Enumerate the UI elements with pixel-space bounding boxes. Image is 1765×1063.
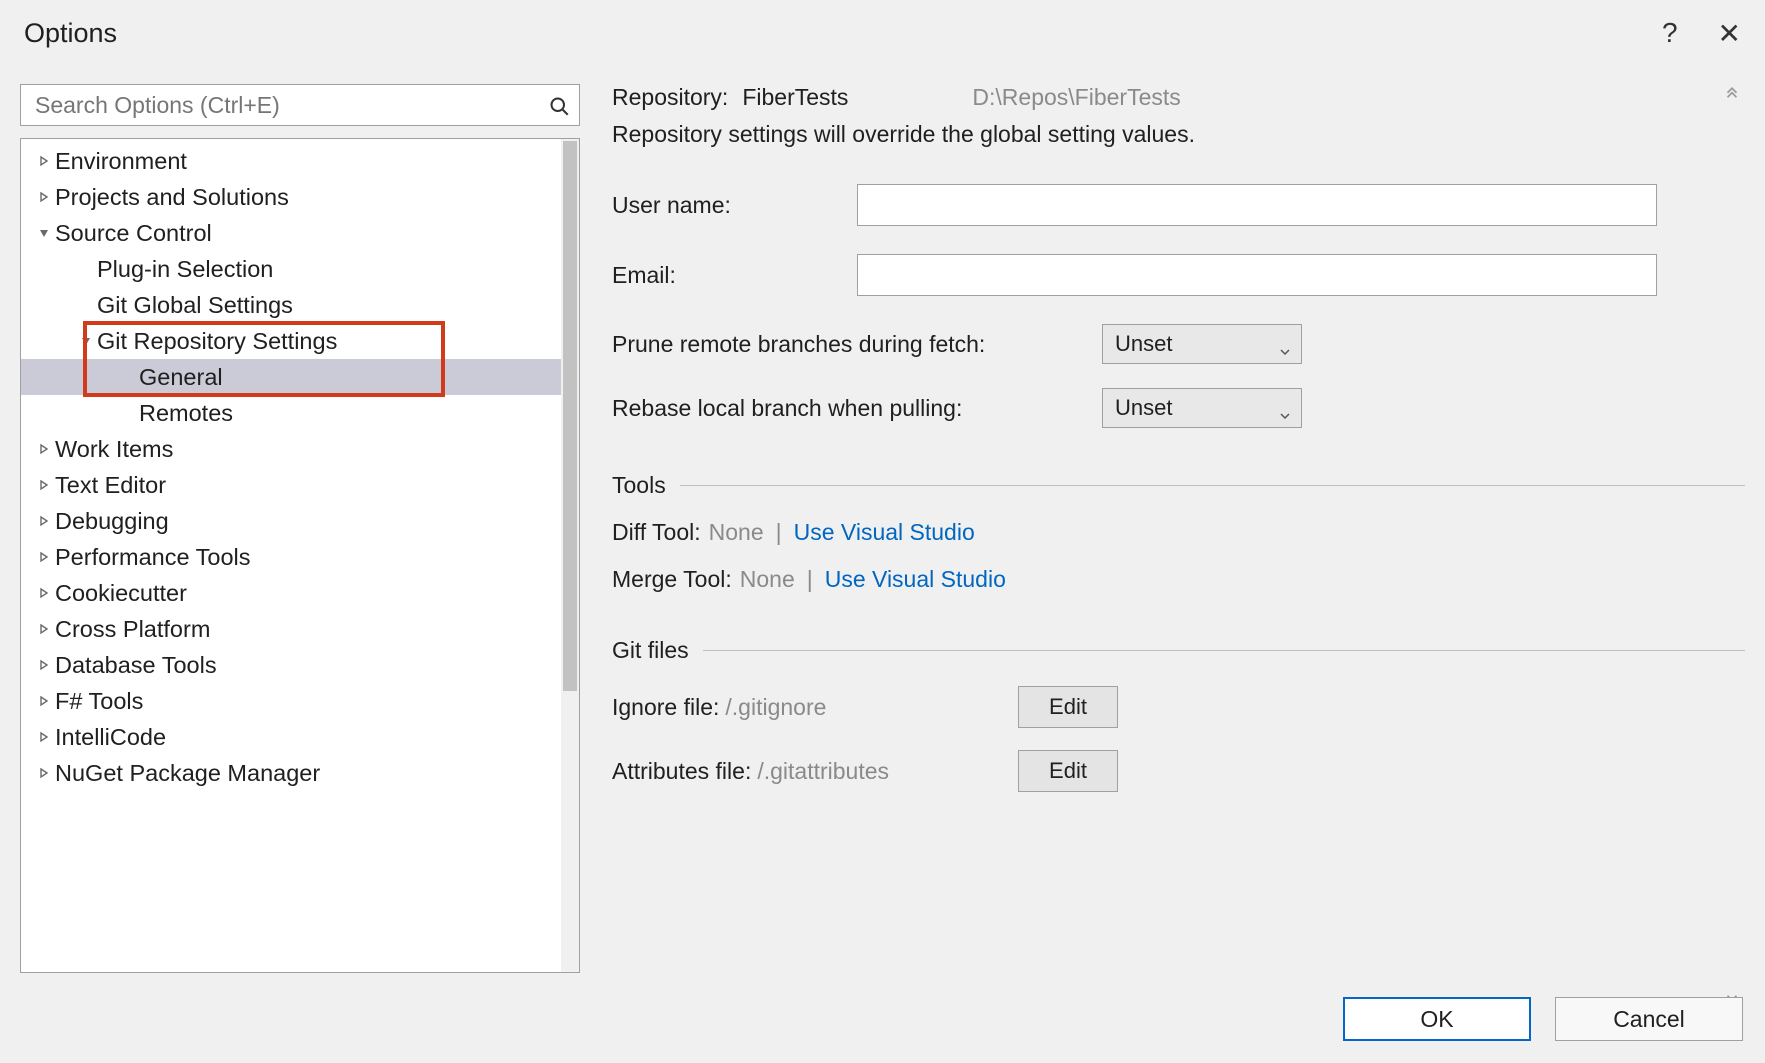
tree-item-label: Plug-in Selection [97,256,273,283]
prune-combobox[interactable]: Unset [1102,324,1302,364]
tree-scrollbar[interactable] [561,139,579,972]
tree-item[interactable]: Work Items [21,431,561,467]
git-files-header: Git files [612,637,689,664]
expand-arrow-right-icon[interactable] [33,659,55,671]
titlebar: Options ? ✕ [0,0,1765,66]
tree-item-label: IntelliCode [55,724,166,751]
rebase-value: Unset [1115,395,1172,421]
tree-item-label: NuGet Package Manager [55,760,320,787]
repository-path: D:\Repos\FiberTests [972,84,1180,111]
scrollbar-thumb[interactable] [563,141,577,691]
scroll-up-icon[interactable] [1723,86,1741,104]
tree-item-label: Git Repository Settings [97,328,337,355]
tree-item-label: Database Tools [55,652,217,679]
expand-arrow-right-icon[interactable] [33,515,55,527]
email-input[interactable] [857,254,1657,296]
email-label: Email: [612,262,857,289]
tools-header: Tools [612,472,666,499]
tree-item[interactable]: IntelliCode [21,719,561,755]
chevron-down-icon [1279,402,1291,414]
tree-item-label: Environment [55,148,187,175]
tree-item[interactable]: Debugging [21,503,561,539]
expand-arrow-right-icon[interactable] [33,443,55,455]
tree-item[interactable]: Text Editor [21,467,561,503]
tree-item-label: Git Global Settings [97,292,293,319]
expand-arrow-right-icon[interactable] [33,623,55,635]
username-label: User name: [612,192,857,219]
options-dialog: Options ? ✕ Environment Projects and Solu… [0,0,1765,1063]
expand-arrow-right-icon[interactable] [33,731,55,743]
tree-item-label: Cookiecutter [55,580,187,607]
prune-value: Unset [1115,331,1172,357]
ignore-file-value: /.gitignore [725,694,826,721]
close-icon[interactable]: ✕ [1718,17,1741,50]
tree-item-label: General [139,364,223,391]
tree-item[interactable]: Git Repository Settings [21,323,561,359]
attributes-file-value: /.gitattributes [757,758,889,785]
settings-panel: Repository: FiberTests D:\Repos\FiberTes… [612,84,1745,973]
expand-arrow-right-icon[interactable] [33,695,55,707]
merge-tool-label: Merge Tool: [612,566,732,593]
tree-item-label: Remotes [139,400,233,427]
separator: | [776,519,782,546]
tree-item[interactable]: Environment [21,143,561,179]
tree-item-label: Source Control [55,220,212,247]
tree-item[interactable]: F# Tools [21,683,561,719]
username-input[interactable] [857,184,1657,226]
expand-arrow-right-icon[interactable] [33,551,55,563]
tree-item[interactable]: Database Tools [21,647,561,683]
window-title: Options [24,18,117,49]
tree-item-label: Cross Platform [55,616,210,643]
edit-ignore-button[interactable]: Edit [1018,686,1118,728]
tree-item[interactable]: Cookiecutter [21,575,561,611]
repository-description: Repository settings will override the gl… [612,121,1745,148]
tree-item-label: Debugging [55,508,169,535]
tree-item-label: Work Items [55,436,173,463]
options-tree: Environment Projects and Solutions Source … [20,138,580,973]
merge-tool-use-vs-link[interactable]: Use Visual Studio [825,566,1006,593]
tree-item[interactable]: Git Global Settings [21,287,561,323]
attributes-file-label: Attributes file: [612,758,751,785]
diff-tool-value: None [709,519,764,546]
tree-item[interactable]: Remotes [21,395,561,431]
divider [680,485,1745,486]
expand-arrow-right-icon[interactable] [33,155,55,167]
expand-arrow-down-icon[interactable] [33,227,55,239]
tree-item-label: F# Tools [55,688,143,715]
ignore-file-label: Ignore file: [612,694,719,721]
ok-button[interactable]: OK [1343,997,1531,1041]
tree-item[interactable]: Performance Tools [21,539,561,575]
repository-name: FiberTests [742,84,848,111]
chevron-down-icon [1279,338,1291,350]
tree-item[interactable]: Projects and Solutions [21,179,561,215]
help-icon[interactable]: ? [1662,17,1678,49]
tree-item[interactable]: Cross Platform [21,611,561,647]
tree-item[interactable]: Plug-in Selection [21,251,561,287]
tree-item-label: Performance Tools [55,544,251,571]
rebase-combobox[interactable]: Unset [1102,388,1302,428]
rebase-label: Rebase local branch when pulling: [612,395,1102,422]
tree-item[interactable]: NuGet Package Manager [21,755,561,791]
cancel-button[interactable]: Cancel [1555,997,1743,1041]
tree-item-label: Text Editor [55,472,166,499]
search-options[interactable] [20,84,580,126]
expand-arrow-right-icon[interactable] [33,479,55,491]
divider [703,650,1745,651]
separator: | [807,566,813,593]
diff-tool-label: Diff Tool: [612,519,701,546]
edit-attributes-button[interactable]: Edit [1018,750,1118,792]
prune-label: Prune remote branches during fetch: [612,331,1102,358]
expand-arrow-down-icon[interactable] [75,335,97,347]
expand-arrow-right-icon[interactable] [33,191,55,203]
expand-arrow-right-icon[interactable] [33,767,55,779]
tree-item-label: Projects and Solutions [55,184,289,211]
tree-item[interactable]: General [21,359,561,395]
merge-tool-value: None [740,566,795,593]
repository-label: Repository: [612,84,728,111]
tree-item[interactable]: Source Control [21,215,561,251]
diff-tool-use-vs-link[interactable]: Use Visual Studio [794,519,975,546]
search-input[interactable] [31,88,549,123]
search-icon[interactable] [549,95,569,115]
expand-arrow-right-icon[interactable] [33,587,55,599]
